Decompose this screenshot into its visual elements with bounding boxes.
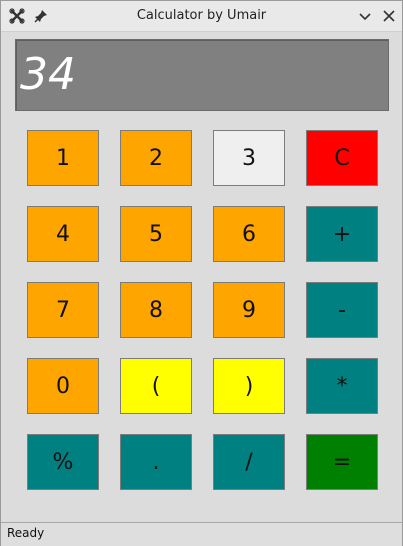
key-label: %: [52, 449, 74, 475]
chevron-down-icon[interactable]: [357, 8, 373, 24]
open-paren-button[interactable]: (: [120, 358, 192, 414]
key-8[interactable]: 8: [120, 282, 192, 338]
key-label: 0: [56, 373, 70, 399]
result-display: 34: [15, 39, 389, 111]
equals-button[interactable]: =: [306, 434, 378, 490]
key-2[interactable]: 2: [120, 130, 192, 186]
subtract-button[interactable]: -: [306, 282, 378, 338]
key-label: 1: [56, 145, 70, 171]
add-button[interactable]: +: [306, 206, 378, 262]
clear-button[interactable]: C: [306, 130, 378, 186]
key-0[interactable]: 0: [27, 358, 99, 414]
key-label: ): [244, 373, 254, 399]
window-title: Calculator by Umair: [136, 8, 267, 23]
key-label: 7: [56, 297, 70, 323]
key-label: 9: [242, 297, 256, 323]
divide-button[interactable]: /: [213, 434, 285, 490]
percent-button[interactable]: %: [27, 434, 99, 490]
status-bar: Ready: [1, 522, 402, 546]
key-9[interactable]: 9: [213, 282, 285, 338]
key-label: 8: [149, 297, 163, 323]
key-label: 5: [149, 221, 163, 247]
key-label: =: [332, 449, 352, 475]
key-label: 4: [56, 221, 70, 247]
close-paren-button[interactable]: ): [213, 358, 285, 414]
display-value: 34: [20, 49, 76, 100]
multiply-button[interactable]: *: [306, 358, 378, 414]
key-label: 6: [242, 221, 256, 247]
key-label: *: [336, 373, 348, 399]
key-label: .: [152, 449, 160, 475]
status-text: Ready: [7, 526, 45, 540]
calculator-window: Calculator by Umair 34 1 2 3 C 4 5 6 + 7…: [0, 0, 403, 546]
key-label: C: [334, 145, 350, 171]
key-label: 3: [242, 145, 256, 171]
title-bar[interactable]: Calculator by Umair: [1, 1, 402, 32]
key-label: /: [245, 449, 253, 475]
key-6[interactable]: 6: [213, 206, 285, 262]
key-7[interactable]: 7: [27, 282, 99, 338]
key-label: -: [338, 297, 346, 323]
key-5[interactable]: 5: [120, 206, 192, 262]
key-3[interactable]: 3: [213, 130, 285, 186]
decimal-button[interactable]: .: [120, 434, 192, 490]
key-label: 2: [149, 145, 163, 171]
close-icon[interactable]: [381, 8, 397, 24]
key-label: +: [332, 221, 352, 247]
key-1[interactable]: 1: [27, 130, 99, 186]
key-4[interactable]: 4: [27, 206, 99, 262]
key-label: (: [151, 373, 161, 399]
